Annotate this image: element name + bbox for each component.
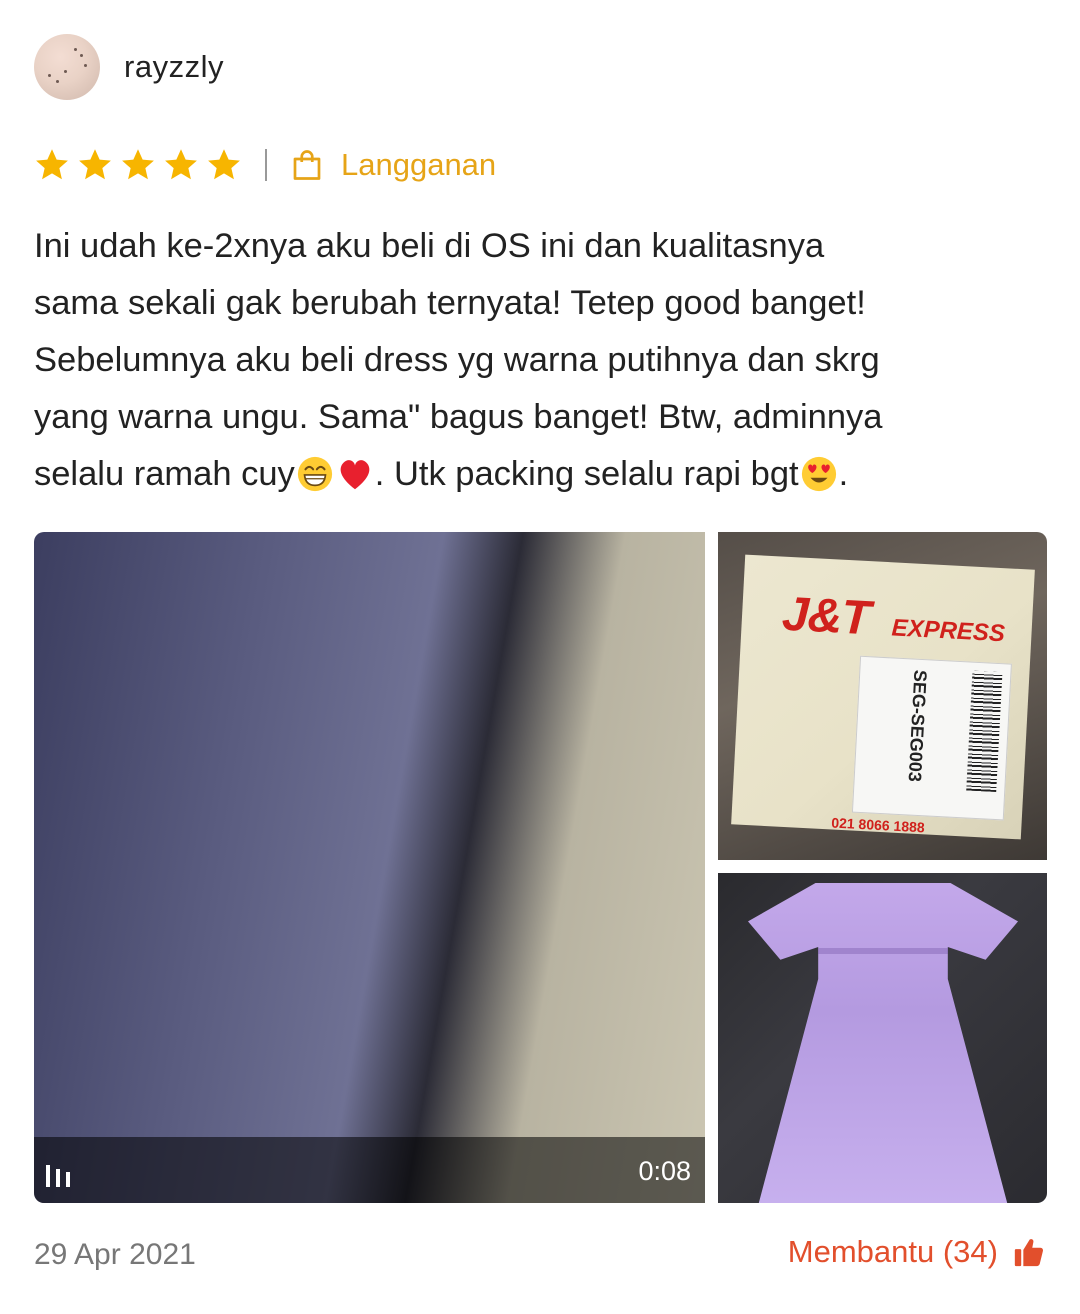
star-icon xyxy=(36,149,68,180)
video-indicator-icon[interactable] xyxy=(44,1161,80,1187)
dress-waist xyxy=(818,948,948,954)
parcel-photo: J&T EXPRESS SEG-SEG003 021 8066 1888 xyxy=(731,554,1035,840)
star-icon xyxy=(122,149,154,180)
review-media: 0:08 J&T EXPRESS SEG-SEG003 021 8066 188… xyxy=(34,532,1047,1203)
avatar[interactable] xyxy=(34,34,100,100)
helpful-button[interactable]: Membantu (34) xyxy=(788,1234,1046,1270)
review-line: selalu ramah cuy . Utk packing selalu rap… xyxy=(34,446,1049,503)
rating-row: Langganan xyxy=(34,143,496,187)
review-text-segment: selalu ramah cuy xyxy=(34,455,295,493)
video-controls: 0:08 xyxy=(34,1137,705,1203)
review-text-segment: . Utk packing selalu rapi bgt xyxy=(374,455,799,493)
thumbs-up-icon[interactable] xyxy=(1012,1235,1046,1269)
star-icon xyxy=(208,149,240,180)
review-video[interactable]: 0:08 xyxy=(34,532,705,1203)
review-date: 29 Apr 2021 xyxy=(34,1238,196,1271)
shopping-bag-icon xyxy=(293,150,321,180)
parcel-brand: J&T xyxy=(780,587,872,646)
review-header: rayzzly xyxy=(34,34,224,100)
star-icon xyxy=(79,149,111,180)
grin-emoji-icon xyxy=(297,456,332,492)
parcel-code: SEG-SEG003 xyxy=(904,669,931,783)
parcel-phone: 021 8066 1888 xyxy=(830,814,926,836)
heart-eyes-emoji-icon xyxy=(801,456,836,492)
review-text: Ini udah ke-2xnya aku beli di OS ini dan… xyxy=(34,218,1049,503)
review-line: yang warna ungu. Sama" bagus banget! Btw… xyxy=(34,398,883,436)
purple-dress-photo xyxy=(748,883,1018,1203)
video-duration: 0:08 xyxy=(638,1156,691,1186)
review-line: Sebelumnya aku beli dress yg warna putih… xyxy=(34,341,880,379)
star-rating xyxy=(34,147,249,183)
divider xyxy=(265,149,267,181)
review-image-parcel[interactable]: J&T EXPRESS SEG-SEG003 021 8066 1888 xyxy=(718,532,1047,860)
star-icon xyxy=(165,149,197,180)
review-line: Ini udah ke-2xnya aku beli di OS ini dan… xyxy=(34,227,825,265)
review-line: sama sekali gak berubah ternyata! Tetep … xyxy=(34,284,866,322)
helpful-label[interactable]: Membantu (34) xyxy=(788,1234,998,1270)
username[interactable]: rayzzly xyxy=(124,49,224,85)
variant-label: Langganan xyxy=(341,147,497,182)
shipping-label: SEG-SEG003 xyxy=(851,655,1012,821)
review-text-segment: . xyxy=(838,455,849,493)
barcode-icon xyxy=(966,670,1003,793)
review-image-dress[interactable] xyxy=(718,873,1047,1203)
parcel-brand-suffix: EXPRESS xyxy=(890,614,1006,648)
heart-emoji-icon xyxy=(340,460,370,490)
